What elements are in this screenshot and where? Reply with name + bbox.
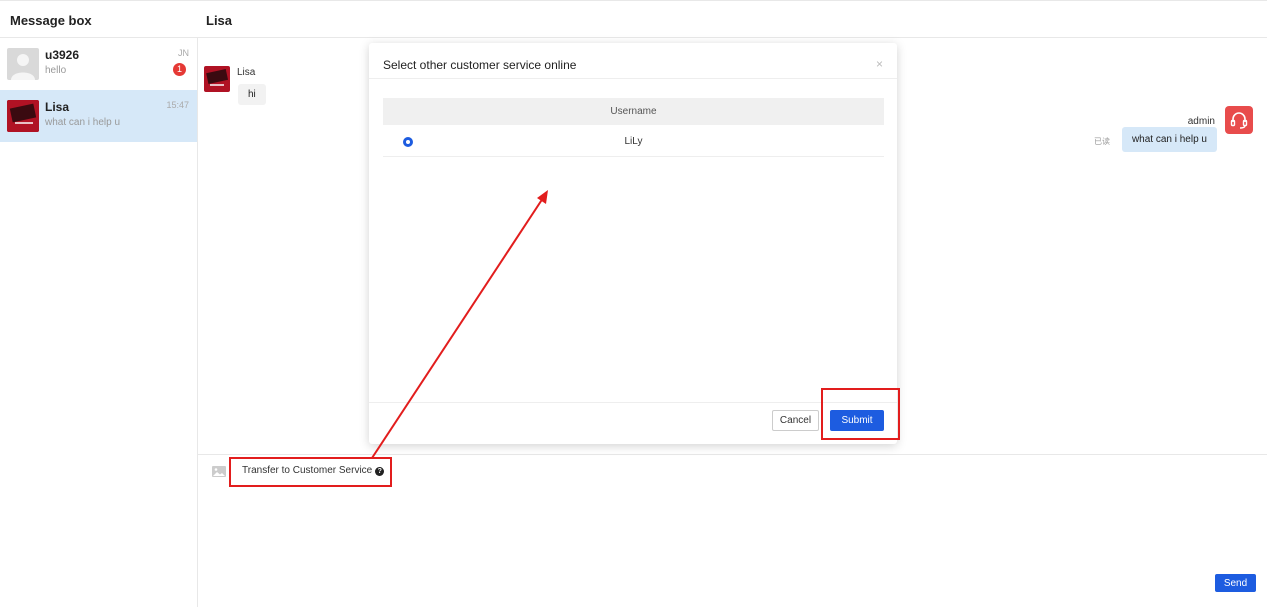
top-header: Message box Lisa bbox=[0, 0, 1267, 38]
avatar bbox=[7, 48, 39, 80]
message-box-title: Message box bbox=[10, 13, 92, 28]
conversation-time: 15:47 bbox=[166, 100, 189, 110]
conversation-item-u3926[interactable]: u3926 hello JN 1 bbox=[0, 38, 197, 90]
transfer-to-customer-service[interactable]: Transfer to Customer Service? bbox=[242, 465, 385, 476]
message-composer[interactable]: Transfer to Customer Service? Send bbox=[198, 454, 1267, 607]
product-thumbnail-icon bbox=[204, 66, 230, 92]
message-bubble: what can i help u bbox=[1121, 127, 1217, 152]
user-placeholder-icon bbox=[11, 54, 35, 80]
conversation-time: JN bbox=[178, 48, 189, 58]
agent-avatar bbox=[1225, 106, 1253, 134]
username-cell: LiLy bbox=[624, 136, 643, 147]
help-icon: ? bbox=[375, 467, 385, 476]
headset-icon bbox=[1230, 112, 1248, 129]
avatar bbox=[7, 100, 39, 132]
divider bbox=[369, 402, 897, 403]
message-bubble: hi bbox=[238, 84, 266, 105]
submit-button[interactable]: Submit bbox=[830, 410, 884, 431]
column-header-username: Username bbox=[610, 106, 657, 117]
product-thumbnail-icon bbox=[7, 100, 39, 132]
message-sender: admin bbox=[1187, 116, 1215, 127]
image-upload-icon[interactable] bbox=[212, 466, 226, 477]
close-icon[interactable]: × bbox=[876, 57, 883, 71]
send-button[interactable]: Send bbox=[1215, 574, 1256, 592]
transfer-label: Transfer to Customer Service bbox=[242, 465, 373, 476]
app-root: Message box Lisa u3926 hello JN 1 Lisa w… bbox=[0, 0, 1267, 607]
read-status: 已读 bbox=[1094, 137, 1110, 146]
cancel-button[interactable]: Cancel bbox=[772, 410, 819, 431]
transfer-modal: Select other customer service online × U… bbox=[369, 43, 897, 444]
chat-title: Lisa bbox=[206, 13, 233, 28]
message-sender: Lisa bbox=[237, 67, 256, 78]
conversation-snippet: what can i help u bbox=[45, 117, 121, 128]
table-row[interactable]: LiLy bbox=[383, 125, 884, 157]
conversation-snippet: hello bbox=[45, 65, 67, 76]
conversation-sidebar: u3926 hello JN 1 Lisa what can i help u … bbox=[0, 38, 198, 607]
table-header: Username bbox=[383, 98, 884, 125]
modal-title: Select other customer service online bbox=[383, 58, 577, 72]
conversation-item-lisa[interactable]: Lisa what can i help u 15:47 bbox=[0, 90, 197, 142]
divider bbox=[369, 78, 897, 79]
avatar bbox=[204, 66, 230, 92]
conversation-name: u3926 bbox=[45, 48, 80, 62]
conversation-name: Lisa bbox=[45, 100, 70, 114]
unread-badge: 1 bbox=[173, 63, 186, 76]
